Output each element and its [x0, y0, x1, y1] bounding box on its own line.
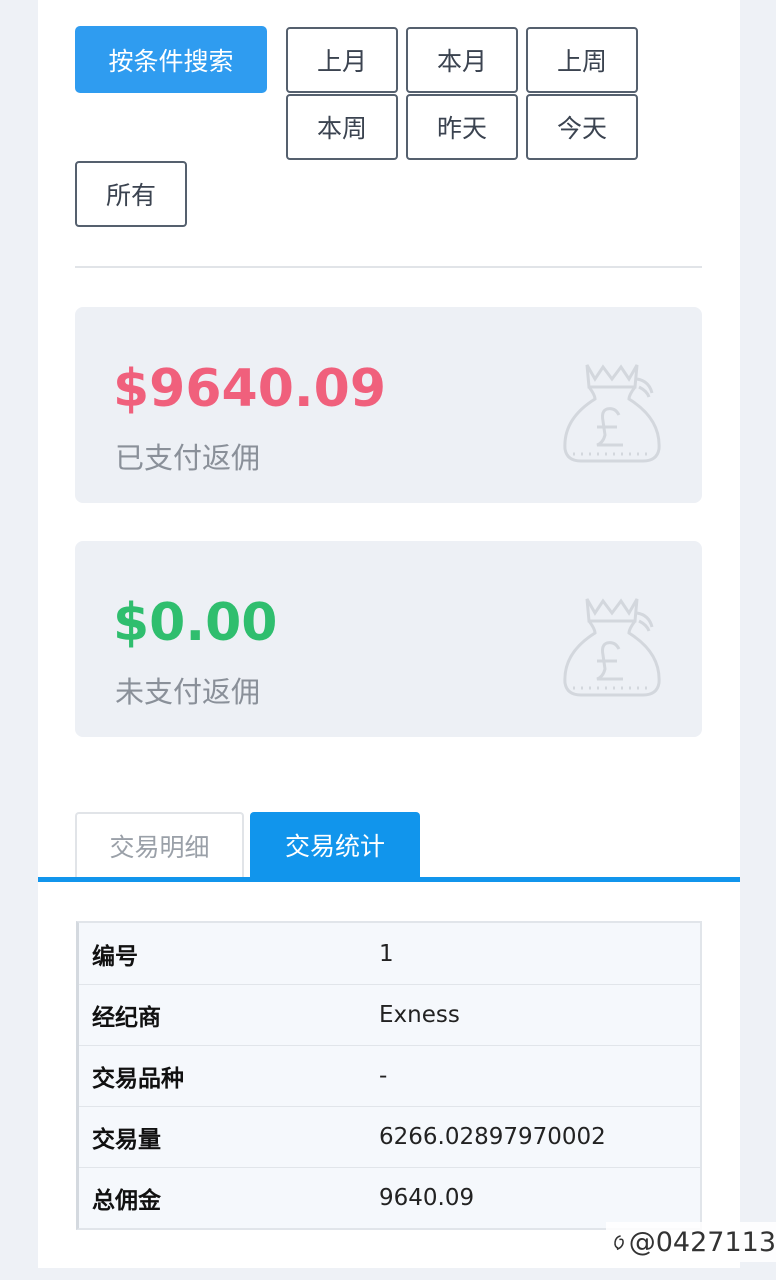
divider	[75, 266, 702, 268]
table-key: 编号	[92, 943, 138, 970]
this-week-button[interactable]: 本周	[286, 94, 398, 160]
this-month-button[interactable]: 本月	[406, 27, 518, 93]
last-week-button[interactable]: 上周	[526, 27, 638, 93]
money-bag-icon	[563, 364, 661, 463]
unpaid-label: 未支付返佣	[115, 675, 261, 709]
table-row: 交易品种 -	[79, 1045, 700, 1106]
last-month-button[interactable]: 上月	[286, 27, 398, 93]
tab-trade-details[interactable]: 交易明细	[75, 812, 244, 878]
all-button[interactable]: 所有	[75, 161, 187, 227]
search-by-condition-button[interactable]: 按条件搜索	[75, 26, 267, 93]
table-value: 1	[379, 940, 394, 967]
table-row: 经纪商 Exness	[79, 984, 700, 1045]
paid-commission-card: $9640.09 已支付返佣	[75, 307, 702, 503]
tab-trade-stats[interactable]: 交易统计	[250, 812, 420, 878]
table-row: 交易量 6266.02897970002	[79, 1106, 700, 1167]
yesterday-button[interactable]: 昨天	[406, 94, 518, 160]
table-row: 编号 1	[79, 923, 700, 984]
tab-underline	[38, 877, 740, 882]
table-key: 经纪商	[92, 1005, 161, 1031]
table-key: 总佣金	[92, 1188, 161, 1214]
stats-table: 编号 1 经纪商 Exness 交易品种 - 交易量 6266.02897970…	[76, 921, 702, 1230]
weibo-logo-icon	[614, 1235, 624, 1251]
table-key: 交易品种	[92, 1066, 184, 1092]
watermark-text: @0427113	[628, 1226, 776, 1258]
unpaid-commission-card: $0.00 未支付返佣	[75, 541, 702, 737]
unpaid-amount: $0.00	[113, 593, 278, 653]
watermark: @0427113	[606, 1222, 776, 1262]
paid-amount: $9640.09	[113, 359, 387, 419]
paid-label: 已支付返佣	[115, 441, 261, 475]
table-row: 总佣金 9640.09	[79, 1167, 700, 1228]
table-value: 6266.02897970002	[379, 1124, 606, 1150]
table-value: 9640.09	[379, 1185, 475, 1211]
today-button[interactable]: 今天	[526, 94, 638, 160]
money-bag-icon	[563, 598, 661, 697]
table-value: Exness	[379, 1002, 460, 1028]
table-value: -	[379, 1063, 388, 1089]
table-key: 交易量	[92, 1127, 161, 1153]
